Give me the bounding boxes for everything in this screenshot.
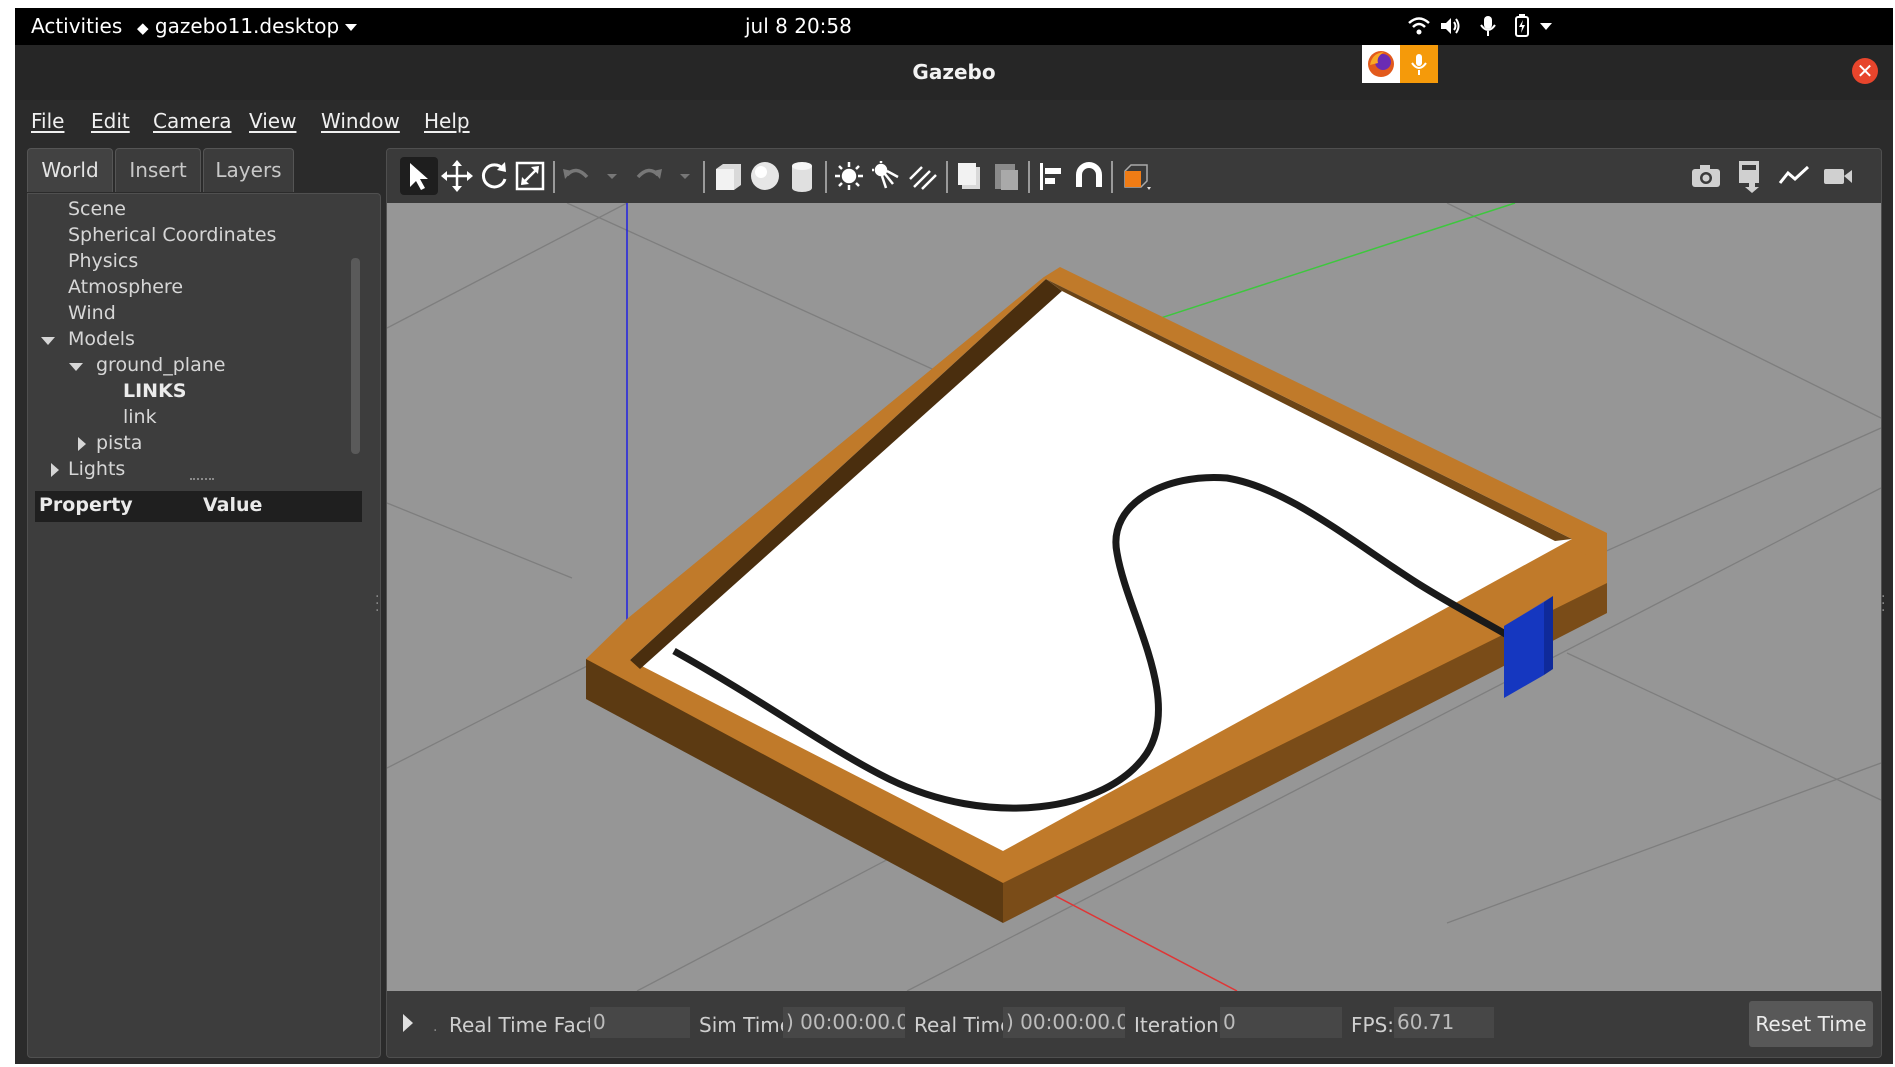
- tree-item-links-header: LINKS: [123, 380, 187, 402]
- tree-item-wind[interactable]: Wind: [68, 302, 116, 324]
- desktop-frame: Activities ◆ gazebo11.desktop jul 8 20:5…: [15, 8, 1893, 1064]
- redo-icon[interactable]: [630, 157, 668, 195]
- window-title: Gazebo: [912, 60, 996, 84]
- paste-icon[interactable]: [987, 157, 1025, 195]
- menu-help[interactable]: Help: [424, 109, 470, 133]
- expand-ground-plane-icon[interactable]: [69, 363, 83, 371]
- translate-mode-icon[interactable]: [438, 157, 476, 195]
- select-mode-icon[interactable]: [400, 157, 438, 195]
- panel-splitter-handle[interactable]: [190, 478, 214, 482]
- sim-time-field: ) 00:00:00.000: [783, 1007, 905, 1038]
- toolbar-separator: [1028, 161, 1030, 193]
- redo-history-chevron-icon[interactable]: [666, 157, 704, 195]
- close-window-button[interactable]: ✕: [1852, 58, 1878, 84]
- firefox-icon: [1362, 45, 1400, 83]
- box-shape-icon[interactable]: [709, 157, 747, 195]
- activities-button[interactable]: Activities: [31, 14, 122, 38]
- tree-item-spherical-coordinates[interactable]: Spherical Coordinates: [68, 224, 276, 246]
- step-dot: .: [433, 1019, 438, 1035]
- tree-item-pista[interactable]: pista: [96, 432, 142, 454]
- sphere-shape-icon[interactable]: [746, 157, 784, 195]
- tree-item-ground-plane[interactable]: ground_plane: [96, 354, 225, 376]
- tab-insert[interactable]: Insert: [115, 148, 201, 192]
- expand-models-icon[interactable]: [41, 337, 55, 345]
- point-light-icon[interactable]: [830, 157, 868, 195]
- screenshot-camera-icon[interactable]: [1687, 157, 1725, 195]
- property-column-header: Property: [39, 494, 133, 516]
- menu-file[interactable]: File: [31, 109, 64, 133]
- system-top-bar: Activities ◆ gazebo11.desktop jul 8 20:5…: [15, 8, 1893, 45]
- volume-icon[interactable]: [1439, 14, 1461, 38]
- tree-item-scene[interactable]: Scene: [68, 198, 126, 220]
- record-video-icon[interactable]: [1819, 157, 1857, 195]
- fps-field: 60.71: [1394, 1007, 1494, 1038]
- system-menu-chevron-icon[interactable]: [1540, 23, 1552, 30]
- clock[interactable]: jul 8 20:58: [745, 14, 852, 38]
- window-title-bar: Gazebo ✕: [15, 45, 1893, 100]
- spot-light-icon[interactable]: [867, 157, 905, 195]
- view-angle-icon[interactable]: [1117, 157, 1155, 195]
- play-icon[interactable]: [401, 1013, 415, 1033]
- tree-item-atmosphere[interactable]: Atmosphere: [68, 276, 183, 298]
- value-column-header: Value: [203, 494, 263, 516]
- rotate-mode-icon[interactable]: [475, 157, 513, 195]
- tree-item-lights[interactable]: Lights: [68, 458, 125, 480]
- iterations-field: 0: [1220, 1007, 1342, 1038]
- reset-time-button[interactable]: Reset Time: [1749, 1001, 1873, 1047]
- gazebo-app-icon: ◆: [137, 19, 149, 37]
- expand-lights-icon[interactable]: [51, 463, 59, 477]
- tab-world[interactable]: World: [27, 148, 113, 192]
- microphone-icon[interactable]: [1477, 14, 1499, 38]
- app-menu[interactable]: ◆ gazebo11.desktop: [137, 14, 358, 38]
- tree-item-link[interactable]: link: [123, 406, 157, 428]
- log-icon[interactable]: [1731, 157, 1769, 195]
- scale-mode-icon[interactable]: [511, 157, 549, 195]
- world-panel: Scene Spherical Coordinates Physics Atmo…: [27, 193, 381, 1058]
- menu-bar: File Edit Camera View Window Help: [15, 100, 1893, 140]
- property-table-header: Property Value: [35, 491, 362, 522]
- align-icon[interactable]: [1033, 157, 1071, 195]
- wifi-icon[interactable]: [1408, 14, 1430, 38]
- battery-icon[interactable]: [1511, 14, 1533, 38]
- left-splitter-handle[interactable]: · · ·: [375, 590, 379, 618]
- mic-in-use-icon: [1400, 45, 1438, 83]
- toolbar-separator: [553, 161, 555, 193]
- menu-camera[interactable]: Camera: [153, 109, 232, 133]
- tree-item-physics[interactable]: Physics: [68, 250, 138, 272]
- real-time-field: ) 00:00:00.000: [1003, 1007, 1125, 1038]
- blue-block-side: [1544, 596, 1553, 675]
- real-time-factor-field: 0: [590, 1007, 690, 1038]
- viewport-container: . Real Time Factor: 0 Sim Time: ) 00:00:…: [386, 148, 1882, 1058]
- x-axis-line: [1026, 880, 1238, 992]
- tree-scrollbar[interactable]: [351, 258, 360, 454]
- toolbar-separator: [1111, 161, 1113, 193]
- directional-light-icon[interactable]: [904, 157, 942, 195]
- copy-icon[interactable]: [950, 157, 988, 195]
- snap-magnet-icon[interactable]: [1070, 157, 1108, 195]
- toolbar-separator: [946, 161, 948, 193]
- tree-item-models[interactable]: Models: [68, 328, 135, 350]
- app-menu-label: gazebo11.desktop: [154, 14, 340, 38]
- toolbar-separator: [825, 161, 827, 193]
- simulation-status-bar: . Real Time Factor: 0 Sim Time: ) 00:00:…: [387, 991, 1881, 1057]
- fps-label: FPS:: [1351, 1013, 1394, 1037]
- menu-edit[interactable]: Edit: [91, 109, 130, 133]
- menu-view[interactable]: View: [249, 109, 296, 133]
- right-splitter-handle[interactable]: · · ·: [1881, 590, 1885, 618]
- undo-history-chevron-icon[interactable]: [593, 157, 631, 195]
- undo-icon[interactable]: [557, 157, 595, 195]
- expand-pista-icon[interactable]: [78, 437, 86, 451]
- 3d-viewport[interactable]: [387, 202, 1881, 992]
- cylinder-shape-icon[interactable]: [783, 157, 821, 195]
- menu-window[interactable]: Window: [321, 109, 400, 133]
- chevron-down-icon: [345, 24, 358, 31]
- plot-icon[interactable]: [1775, 157, 1813, 195]
- toolbar-separator: [703, 161, 705, 193]
- tab-layers[interactable]: Layers: [203, 148, 294, 192]
- viewport-toolbar: [387, 149, 1881, 203]
